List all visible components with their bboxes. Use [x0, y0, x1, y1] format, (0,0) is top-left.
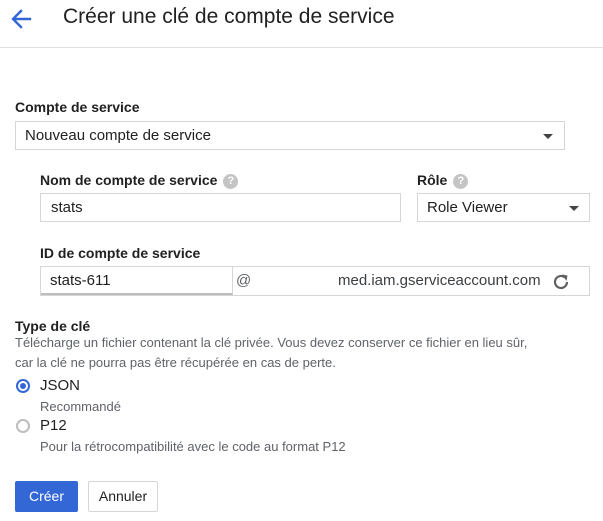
refresh-button[interactable] — [550, 271, 572, 293]
service-account-name-label-text: Nom de compte de service — [40, 172, 218, 188]
service-account-domain: med.iam.gserviceaccount.com — [338, 272, 541, 289]
service-account-id-value: stats-611 — [50, 272, 111, 289]
service-account-label: Compte de service — [15, 99, 140, 115]
service-account-value: Nouveau compte de service — [25, 127, 211, 144]
role-value: Role Viewer — [427, 199, 508, 216]
page-title: Créer une clé de compte de service — [63, 5, 395, 28]
key-type-description-line1: Télécharge un fichier contenant la clé p… — [15, 335, 528, 350]
key-type-description-line2: car la clé ne pourra pas être récupérée … — [15, 355, 336, 370]
service-account-id-input[interactable]: stats-611 — [41, 267, 233, 295]
back-button[interactable] — [8, 6, 34, 32]
json-option-label: JSON — [40, 377, 81, 394]
help-icon[interactable]: ? — [453, 174, 469, 189]
refresh-icon — [553, 274, 569, 290]
help-icon[interactable]: ? — [223, 174, 239, 189]
service-account-name-label: Nom de compte de service? — [40, 172, 239, 189]
at-sign: @ — [236, 272, 252, 289]
service-account-id-label: ID de compte de service — [40, 245, 201, 261]
key-type-label: Type de clé — [15, 318, 91, 334]
p12-radio[interactable] — [16, 419, 30, 433]
create-button[interactable]: Créer — [15, 481, 78, 512]
role-label: Rôle? — [417, 172, 469, 189]
service-account-id-field: stats-611 @ med.iam.gserviceaccount.com — [40, 266, 590, 296]
caret-down-icon — [569, 206, 579, 211]
service-account-select[interactable]: Nouveau compte de service — [15, 121, 565, 150]
service-account-name-value: stats — [51, 199, 83, 216]
role-label-text: Rôle — [417, 172, 448, 188]
key-type-json-option[interactable]: JSON — [15, 375, 125, 397]
key-type-p12-option[interactable]: P12 — [15, 415, 125, 437]
service-account-name-field[interactable]: stats — [40, 193, 401, 222]
json-radio[interactable] — [16, 379, 30, 393]
p12-option-hint: Pour la rétrocompatibilité avec le code … — [40, 439, 346, 454]
cancel-button[interactable]: Annuler — [88, 481, 158, 512]
caret-down-icon — [543, 134, 553, 139]
role-select[interactable]: Role Viewer — [417, 193, 590, 222]
arrow-back-icon — [11, 9, 32, 29]
json-option-hint: Recommandé — [40, 399, 121, 414]
p12-option-label: P12 — [40, 417, 67, 434]
